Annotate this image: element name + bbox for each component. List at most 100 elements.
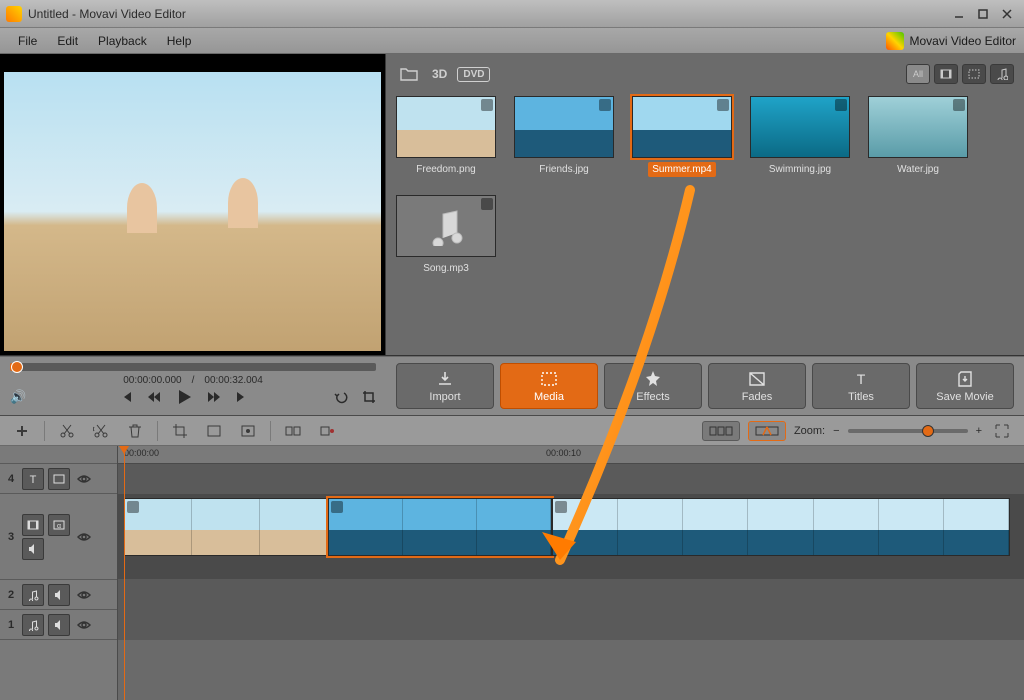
track-row-4[interactable] [118,464,1024,494]
media-thumb-image [750,96,850,158]
timeline-view-storyboard[interactable] [702,421,740,441]
tab-media[interactable]: Media [500,363,598,409]
timeline-ruler[interactable]: 00:00:00 00:00:10 [118,446,1024,464]
menu-file[interactable]: File [8,30,47,52]
preview-panel [0,54,386,355]
svg-text:α: α [57,523,61,530]
undo-button[interactable] [334,390,348,404]
3d-button[interactable]: 3D [432,67,447,81]
menu-playback[interactable]: Playback [88,30,157,52]
visibility-track-1[interactable] [74,616,94,634]
delete-button[interactable] [123,420,147,442]
brand-icon [886,32,904,50]
media-thumb-5[interactable]: Song.mp3 [396,195,496,276]
props-button[interactable] [202,420,226,442]
media-thumb-label: Freedom.png [412,162,479,177]
media-thumb-3[interactable]: Swimming.jpg [750,96,850,177]
fit-timeline-button[interactable] [990,420,1014,442]
media-badge-icon [481,198,493,210]
visibility-track-2[interactable] [74,586,94,604]
tab-import[interactable]: Import [396,363,494,409]
visibility-track-3[interactable] [74,528,94,546]
add-clip-button[interactable] [10,420,34,442]
crop-button[interactable] [362,390,376,404]
effects-tool-button[interactable] [236,420,260,442]
zoom-label: Zoom: [794,425,825,437]
skip-end-button[interactable] [235,390,249,404]
tab-save-movie[interactable]: Save Movie [916,363,1014,409]
rewind-button[interactable] [147,390,161,404]
media-thumb-label: Swimming.jpg [765,162,835,177]
filter-image-button[interactable] [962,64,986,84]
speaker-icon-2[interactable] [48,584,70,606]
timeline-clip-2[interactable]: Summer.mp4 (0:00:12) [552,498,1010,556]
tab-fades-label: Fades [742,391,773,403]
filter-audio-button[interactable] [990,64,1014,84]
media-thumb-image [868,96,968,158]
tab-titles[interactable]: TTitles [812,363,910,409]
link-track-icon[interactable]: α [48,514,70,536]
tab-fades[interactable]: Fades [708,363,806,409]
titles-overlay-icon[interactable] [48,468,70,490]
timeline-clip-0[interactable]: Freedom.png (0:00:05) [124,498,328,556]
crop-tool-button[interactable] [168,420,192,442]
timeline-toolbar: Zoom: − + [0,416,1024,446]
playback-panel: 00:00:00.000 / 00:00:32.004 🔊 [0,357,386,415]
music-track-icon-2 [22,584,44,606]
media-thumb-image [514,96,614,158]
track-number-4: 4 [4,473,18,485]
library-scroll[interactable]: Freedom.png Friends.jpg Summer.mp4 Swimming… [396,88,1014,355]
track-row-1[interactable] [118,610,1024,640]
timeline-clip-1[interactable]: Friends.jpg (0:00:05) [328,498,552,556]
preview-image[interactable] [4,72,381,351]
cut-left-button[interactable] [89,420,113,442]
track-row-2[interactable] [118,580,1024,610]
volume-icon[interactable]: 🔊 [10,389,26,405]
filter-all-button[interactable]: All [906,64,930,84]
svg-text:T: T [857,371,866,387]
track-row-3[interactable]: Freedom.png (0:00:05)Friends.jpg (0:00:0… [118,494,1024,580]
menu-edit[interactable]: Edit [47,30,88,52]
track-header-1[interactable]: 1 [0,610,117,640]
split-button[interactable] [281,420,305,442]
record-button[interactable] [315,420,339,442]
zoom-slider[interactable] [848,429,968,433]
media-thumb-2[interactable]: Summer.mp4 [632,96,732,177]
track-header-3[interactable]: 3 α [0,494,117,580]
timeline-view-timeline[interactable] [748,421,786,441]
close-button[interactable] [996,5,1018,23]
track-header-2[interactable]: 2 [0,580,117,610]
media-badge-icon [599,99,611,111]
svg-text:T: T [30,474,37,485]
media-library: 3D DVD All Freedom.png Friends.jpg Summer.… [386,54,1024,355]
dvd-button[interactable]: DVD [457,67,490,82]
time-sep: / [192,375,195,386]
media-thumb-image [396,96,496,158]
open-folder-button[interactable] [396,63,422,85]
track-area[interactable]: 00:00:00 00:00:10 Freedom.png (0:00:05)F… [118,446,1024,700]
forward-button[interactable] [207,390,221,404]
skip-start-button[interactable] [119,390,133,404]
tab-effects-label: Effects [636,391,669,403]
cut-button[interactable] [55,420,79,442]
media-thumb-label: Summer.mp4 [648,162,715,177]
menu-help[interactable]: Help [157,30,202,52]
tab-effects[interactable]: Effects [604,363,702,409]
visibility-track-4[interactable] [74,470,94,488]
tab-media-label: Media [534,391,564,403]
media-thumb-1[interactable]: Friends.jpg [514,96,614,177]
zoom-plus[interactable]: + [976,425,982,437]
minimize-button[interactable] [948,5,970,23]
playhead[interactable] [124,446,125,700]
progress-bar[interactable] [10,363,376,371]
zoom-minus[interactable]: − [833,425,839,437]
maximize-button[interactable] [972,5,994,23]
media-thumb-0[interactable]: Freedom.png [396,96,496,177]
media-thumb-4[interactable]: Water.jpg [868,96,968,177]
track-header-4[interactable]: 4 T [0,464,117,494]
filter-video-button[interactable] [934,64,958,84]
audio-track-icon [22,538,44,560]
play-button[interactable] [175,388,193,406]
track-number-3: 3 [4,531,18,543]
speaker-icon-1[interactable] [48,614,70,636]
